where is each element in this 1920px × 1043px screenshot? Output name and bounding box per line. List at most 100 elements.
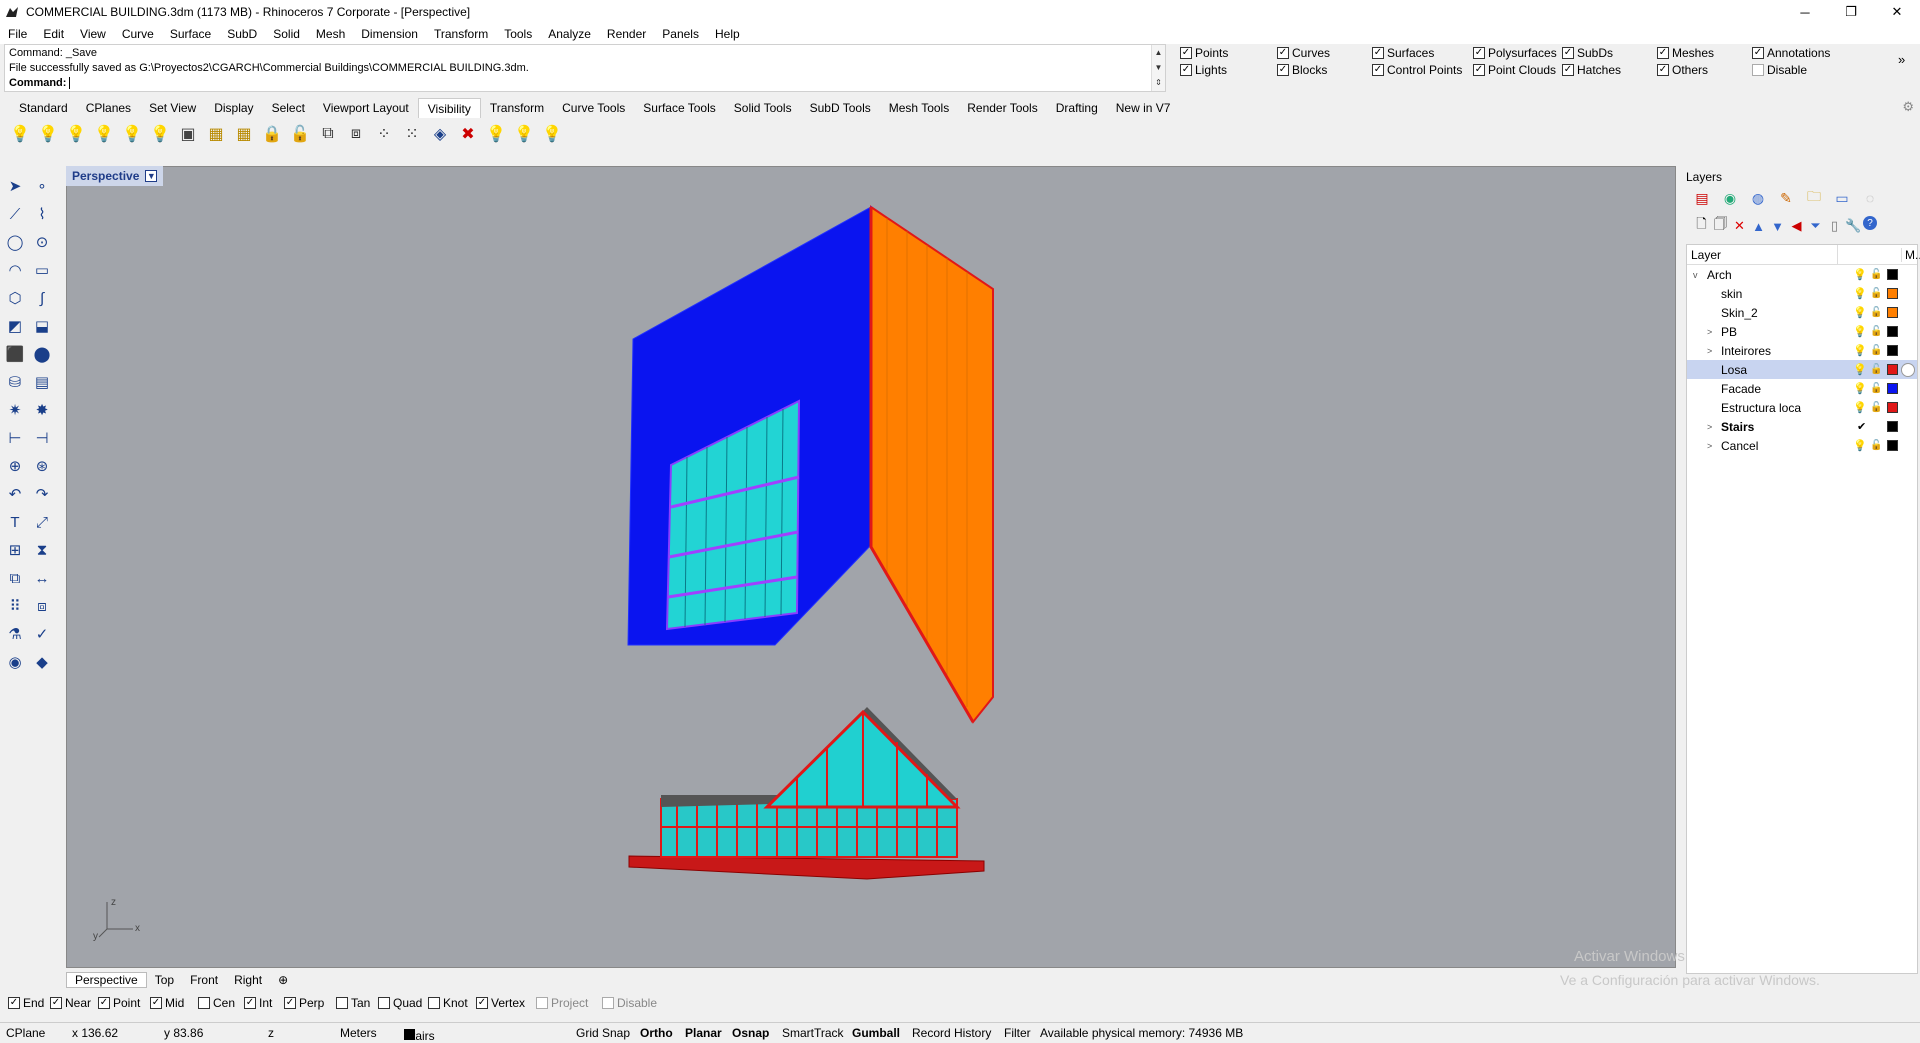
bulb-show-icon[interactable]: 💡 <box>8 122 32 146</box>
bulb-hide-icon[interactable]: 💡 <box>36 122 60 146</box>
filter-hatches[interactable]: ✓ Hatches <box>1562 63 1621 77</box>
ellipse-icon[interactable]: ⊙ <box>30 230 54 254</box>
tab-curve-tools[interactable]: Curve Tools <box>553 98 634 118</box>
bulb-icon[interactable]: 💡 <box>1853 382 1867 395</box>
chevron-right-icon[interactable]: > <box>1707 441 1712 451</box>
tab-standard[interactable]: Standard <box>10 98 77 118</box>
new-layer-icon[interactable]: 🗋 <box>1692 216 1711 236</box>
render-icon[interactable]: ◉ <box>3 650 27 674</box>
lock-icon[interactable]: 🔒 <box>260 122 284 146</box>
unlock-icon[interactable]: 🔓 <box>1870 440 1882 451</box>
point-icon[interactable]: ∘ <box>30 174 54 198</box>
filter-control-points[interactable]: ✓ Control Points <box>1372 63 1462 77</box>
polyline-icon[interactable]: ⟋ <box>3 202 27 226</box>
layer-row[interactable]: skin 💡 🔓 <box>1687 284 1917 303</box>
smarttrack-toggle[interactable]: SmartTrack <box>782 1026 844 1040</box>
bulb-icon[interactable]: 💡 <box>1853 363 1867 376</box>
command-area[interactable]: Command: _Save File successfully saved a… <box>4 44 1166 92</box>
tab-surface-tools[interactable]: Surface Tools <box>634 98 725 118</box>
layer-row[interactable]: > Inteirores 💡 🔓 <box>1687 341 1917 360</box>
chevron-down-icon[interactable]: v <box>1693 270 1698 280</box>
osnap-quad[interactable]: Quad <box>378 996 422 1010</box>
display-tab-icon[interactable]: ◍ <box>1744 186 1772 210</box>
group-icon[interactable]: ⊛ <box>30 454 54 478</box>
filter-toggle[interactable]: Filter <box>1004 1026 1031 1040</box>
unlock-icon[interactable]: 🔓 <box>1870 326 1882 337</box>
tab-cplanes[interactable]: CPlanes <box>77 98 140 118</box>
minimize-button[interactable]: ─ <box>1782 0 1828 24</box>
bulb-icon[interactable]: 💡 <box>1853 439 1867 452</box>
unlock-icon[interactable]: 🔓 <box>1870 307 1882 318</box>
monitor-icon[interactable]: ▭ <box>1828 186 1856 210</box>
osnap-disable[interactable]: Disable <box>602 996 657 1010</box>
menu-render[interactable]: Render <box>599 27 654 41</box>
gear-icon[interactable]: ⚙ <box>1902 99 1914 115</box>
bulb-icon[interactable]: 💡 <box>1853 344 1867 357</box>
tab-subd-tools[interactable]: SubD Tools <box>801 98 880 118</box>
osnap-toggle[interactable]: Osnap <box>732 1026 769 1040</box>
osnap-project[interactable]: Project <box>536 996 588 1010</box>
layer-color-swatch[interactable] <box>1887 326 1898 337</box>
osnap-mid[interactable]: ✓ Mid <box>150 996 184 1010</box>
explode-icon[interactable]: ✸ <box>30 398 54 422</box>
filter-point-clouds[interactable]: ✓ Point Clouds <box>1473 63 1556 77</box>
chevron-down-icon[interactable]: ▼ <box>145 170 158 182</box>
layer-color-swatch[interactable] <box>1887 402 1898 413</box>
filter-polysurfaces[interactable]: ✓ Polysurfaces <box>1473 46 1557 60</box>
menu-panels[interactable]: Panels <box>654 27 707 41</box>
wrench-icon[interactable]: 🔧 <box>1844 216 1863 236</box>
viewport-tab-top[interactable]: Top <box>147 973 182 987</box>
menu-edit[interactable]: Edit <box>35 27 72 41</box>
layer-column-header[interactable]: Layer <box>1691 248 1721 262</box>
unlock-selected-icon[interactable]: ⧈ <box>344 122 368 146</box>
tab-display[interactable]: Display <box>205 98 262 118</box>
dimension-icon[interactable]: ↔ <box>30 566 54 590</box>
material-column-header[interactable]: M... <box>1901 248 1920 262</box>
viewport-tab-right[interactable]: Right <box>226 973 270 987</box>
tab-drafting[interactable]: Drafting <box>1047 98 1107 118</box>
tab-transform[interactable]: Transform <box>481 98 553 118</box>
arc-icon[interactable]: ◠ <box>3 258 27 282</box>
move-down-icon[interactable]: ▼ <box>1768 216 1787 236</box>
menu-tools[interactable]: Tools <box>496 27 540 41</box>
menu-curve[interactable]: Curve <box>114 27 162 41</box>
layer-color-swatch[interactable] <box>1887 307 1898 318</box>
viewport-tab-front[interactable]: Front <box>182 973 226 987</box>
tab-viewport-layout[interactable]: Viewport Layout <box>314 98 418 118</box>
circle-icon[interactable]: ◯ <box>3 230 27 254</box>
unlock-icon[interactable]: 🔓 <box>1870 383 1882 394</box>
ortho-toggle[interactable]: Ortho <box>640 1026 673 1040</box>
hide-blocks-icon[interactable]: ▦ <box>204 122 228 146</box>
grid-snap-toggle[interactable]: Grid Snap <box>576 1026 630 1040</box>
move-up-icon[interactable]: ▲ <box>1749 216 1768 236</box>
close-button[interactable]: ✕ <box>1874 0 1920 24</box>
freeform-icon[interactable]: ∫ <box>30 286 54 310</box>
unlock-icon[interactable]: 🔓 <box>1870 288 1882 299</box>
layer-row[interactable]: v Arch 💡 🔓 <box>1687 265 1917 284</box>
osnap-point[interactable]: ✓ Point <box>98 996 140 1010</box>
check-icon[interactable]: ✓ <box>30 622 54 646</box>
cylinder-icon[interactable]: ⛁ <box>3 370 27 394</box>
hide-edges-icon[interactable]: ✖ <box>456 122 480 146</box>
osnap-cen[interactable]: Cen <box>198 996 235 1010</box>
points-on-icon[interactable]: ⁘ <box>372 122 396 146</box>
layer-color-swatch[interactable] <box>1887 440 1898 451</box>
planar-toggle[interactable]: Planar <box>685 1026 722 1040</box>
osnap-tan[interactable]: Tan <box>336 996 370 1010</box>
layer-row[interactable]: Facade 💡 🔓 <box>1687 379 1917 398</box>
filter-points[interactable]: ✓ Points <box>1180 46 1228 60</box>
layers-tab-icon[interactable]: ▤ <box>1688 186 1716 210</box>
chevron-right-icon[interactable]: > <box>1707 346 1712 356</box>
menu-help[interactable]: Help <box>707 27 748 41</box>
osnap-near[interactable]: ✓ Near <box>50 996 91 1010</box>
boolean-icon[interactable]: ✷ <box>3 398 27 422</box>
material-circle-icon[interactable] <box>1901 362 1915 377</box>
new-sublayer-icon[interactable]: 🗍 <box>1711 216 1730 236</box>
menu-analyze[interactable]: Analyze <box>540 27 599 41</box>
layer-row[interactable]: > PB 💡 🔓 <box>1687 322 1917 341</box>
tab-mesh-tools[interactable]: Mesh Tools <box>880 98 958 118</box>
bulb-icon[interactable]: 💡 <box>1853 306 1867 319</box>
filter-blocks[interactable]: ✓ Blocks <box>1277 63 1327 77</box>
filter-lights[interactable]: ✓ Lights <box>1180 63 1227 77</box>
polygon-icon[interactable]: ⬡ <box>3 286 27 310</box>
